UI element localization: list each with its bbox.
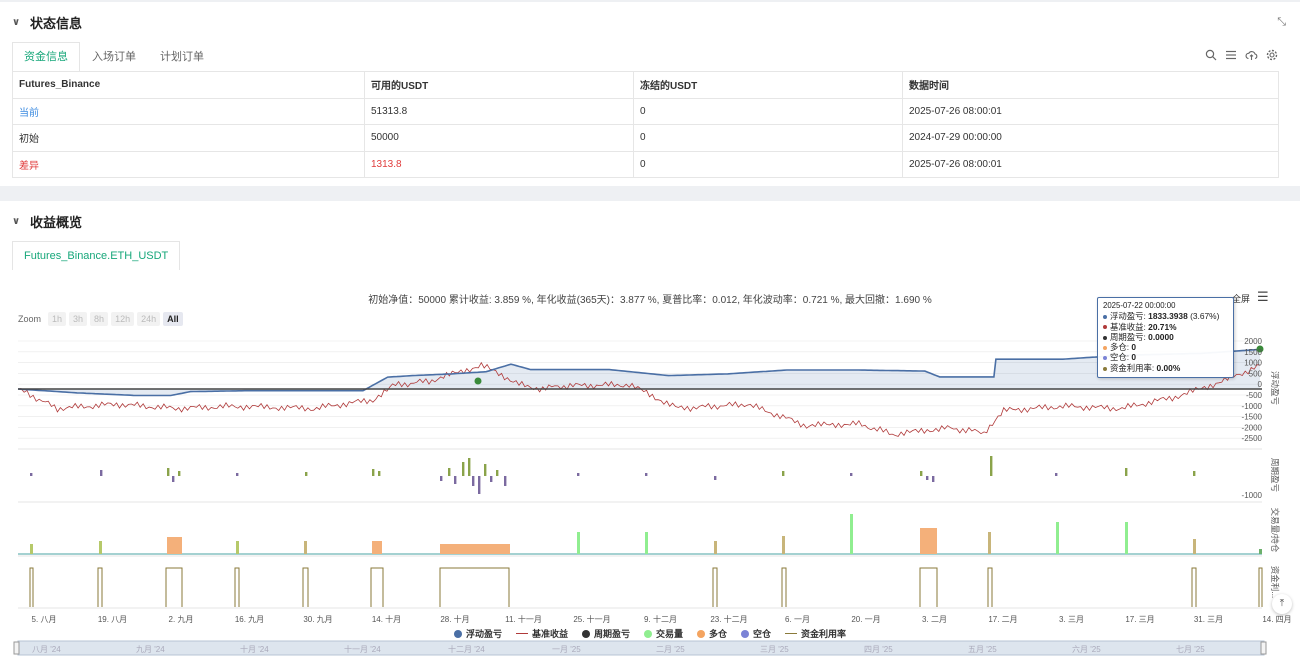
status-panel-header[interactable]: ∨ 状态信息 xyxy=(0,2,1300,42)
table-row: 当前 51313.8 0 2025-07-26 08:00:01 xyxy=(12,97,1279,125)
fullscreen-button[interactable]: 全屏 xyxy=(1232,292,1250,305)
cell-value: 51313.8 xyxy=(364,97,634,125)
navigator-label: 八月 '24 xyxy=(32,645,61,654)
zoom-1h-button[interactable]: 1h xyxy=(48,312,67,326)
navigator-label: 十二月 '24 xyxy=(448,645,485,654)
legend-item[interactable]: 基准收益 xyxy=(515,627,568,640)
tooltip-row: 多仓: 0 xyxy=(1103,342,1228,352)
chart-tooltip: 2025-07-22 00:00:00 浮动盈亏: 1833.3938 (3.6… xyxy=(1097,297,1234,378)
zoom-all-button[interactable]: All xyxy=(163,312,183,326)
cell-value: 0 xyxy=(633,124,903,152)
zoom-8h-button[interactable]: 8h xyxy=(90,312,109,326)
table-row: 差异 1313.8 0 2025-07-26 08:00:01 xyxy=(12,150,1279,178)
hamburger-menu-icon[interactable]: ☰ xyxy=(1257,289,1269,305)
list-icon[interactable] xyxy=(1225,49,1237,64)
status-panel: ∨ 状态信息 ⤡ 资金信息 入场订单 计划订单 Futures_Binance … xyxy=(0,2,1300,186)
profit-panel-header[interactable]: ∨ 收益概览 xyxy=(0,201,1300,241)
scroll-top-button[interactable]: ⤒ xyxy=(1272,594,1292,614)
col-frozen: 冻结的USDT xyxy=(633,71,903,99)
navigator-label: 一月 '25 xyxy=(552,645,581,654)
cloud-upload-icon[interactable] xyxy=(1245,49,1258,64)
tooltip-row: 资金利用率: 0.00% xyxy=(1103,363,1228,373)
cell-value: 2024-07-29 00:00:00 xyxy=(902,124,1279,152)
collapse-icon[interactable]: ⤡ xyxy=(1277,16,1286,29)
tooltip-row: 空仓: 0 xyxy=(1103,352,1228,362)
table-toolbar xyxy=(1205,49,1278,64)
col-time: 数据时间 xyxy=(902,71,1279,99)
legend-item[interactable]: 浮动盈亏 xyxy=(453,627,502,640)
table-header-row: Futures_Binance 可用的USDT 冻结的USDT 数据时间 xyxy=(12,71,1279,99)
chevron-down-icon[interactable]: ∨ xyxy=(12,17,22,28)
profit-tabs: Futures_Binance.ETH_USDT xyxy=(12,241,181,270)
navigator-label: 六月 '25 xyxy=(1072,645,1101,654)
series-dot-icon xyxy=(1103,356,1107,361)
cell-value: 2025-07-26 08:00:01 xyxy=(902,97,1279,125)
series-dot-icon xyxy=(1103,345,1107,350)
legend-item[interactable]: 多仓 xyxy=(697,627,727,640)
navigator-label: 十一月 '24 xyxy=(344,645,381,654)
profit-panel: ∨ 收益概览 Futures_Binance.ETH_USDT xyxy=(0,201,1300,662)
legend-swatch-icon xyxy=(643,629,652,638)
tab-plan-orders[interactable]: 计划订单 xyxy=(148,42,216,71)
zoom-3h-button[interactable]: 3h xyxy=(69,312,88,326)
cell-value: 50000 xyxy=(364,124,634,152)
legend-swatch-icon xyxy=(697,629,705,638)
navigator-label: 十月 '24 xyxy=(240,645,269,654)
series-dot-icon xyxy=(1103,335,1107,340)
navigator-label: 七月 '25 xyxy=(1176,645,1205,654)
legend-swatch-icon xyxy=(581,629,590,638)
tooltip-row: 周期盈亏: 0.0000 xyxy=(1103,332,1228,342)
chart-legend: 浮动盈亏 基准收益 周期盈亏 交易量 多仓 空仓 资金利用率 xyxy=(0,627,1300,640)
zoom-12h-button[interactable]: 12h xyxy=(111,312,135,326)
navigator-label: 四月 '25 xyxy=(864,645,893,654)
chevron-down-icon[interactable]: ∨ xyxy=(12,216,22,227)
navigator-label: 二月 '25 xyxy=(656,645,685,654)
col-available: 可用的USDT xyxy=(364,71,634,99)
profit-panel-title: 收益概览 xyxy=(30,214,83,230)
gear-icon[interactable] xyxy=(1266,49,1278,64)
navigator-label: 五月 '25 xyxy=(968,645,997,654)
zoom-label: Zoom xyxy=(18,314,42,324)
tab-symbol[interactable]: Futures_Binance.ETH_USDT xyxy=(12,241,181,270)
col-exchange: Futures_Binance xyxy=(12,71,365,99)
row-label-initial: 初始 xyxy=(12,124,365,152)
legend-item[interactable]: 空仓 xyxy=(741,627,771,640)
status-panel-title: 状态信息 xyxy=(30,15,83,31)
zoom-24h-button[interactable]: 24h xyxy=(137,312,161,326)
tooltip-date: 2025-07-22 00:00:00 xyxy=(1103,301,1176,310)
navigator-label: 九月 '24 xyxy=(136,645,165,654)
tooltip-row: 浮动盈亏: 1833.3938 (3.67%) xyxy=(1103,311,1228,321)
series-dot-icon xyxy=(1103,325,1107,330)
tooltip-row: 基准收益: 20.71% xyxy=(1103,322,1228,332)
legend-swatch-icon xyxy=(453,629,462,638)
funds-table: Futures_Binance 可用的USDT 冻结的USDT 数据时间 当前 … xyxy=(12,71,1279,178)
legend-swatch-icon xyxy=(515,632,528,635)
search-icon[interactable] xyxy=(1205,49,1217,64)
cell-value: 0 xyxy=(633,97,903,125)
navigator-labels: 八月 '24 九月 '24 十月 '24 十一月 '24 十二月 '24 一月 '25 二月… xyxy=(32,644,1280,655)
legend-item[interactable]: 周期盈亏 xyxy=(581,627,630,640)
table-row: 初始 50000 0 2024-07-29 00:00:00 xyxy=(12,124,1279,152)
legend-item[interactable]: 交易量 xyxy=(643,627,683,640)
cell-value: 0 xyxy=(633,150,903,178)
series-dot-icon xyxy=(1103,366,1107,371)
series-dot-icon xyxy=(1103,315,1107,320)
legend-swatch-icon xyxy=(741,629,750,638)
cell-value: 1313.8 xyxy=(364,150,634,178)
navigator-label: 三月 '25 xyxy=(760,645,789,654)
row-label-current[interactable]: 当前 xyxy=(12,97,365,125)
cell-value: 2025-07-26 08:00:01 xyxy=(902,150,1279,178)
status-tabs: 资金信息 入场订单 计划订单 xyxy=(12,42,216,72)
row-label-diff: 差异 xyxy=(12,150,365,178)
tab-funds[interactable]: 资金信息 xyxy=(12,42,80,71)
legend-item[interactable]: 资金利用率 xyxy=(785,627,846,640)
legend-swatch-icon xyxy=(785,632,798,635)
tab-entry-orders[interactable]: 入场订单 xyxy=(80,42,148,71)
zoom-controls: Zoom 1h 3h 8h 12h 24h All xyxy=(18,312,183,326)
